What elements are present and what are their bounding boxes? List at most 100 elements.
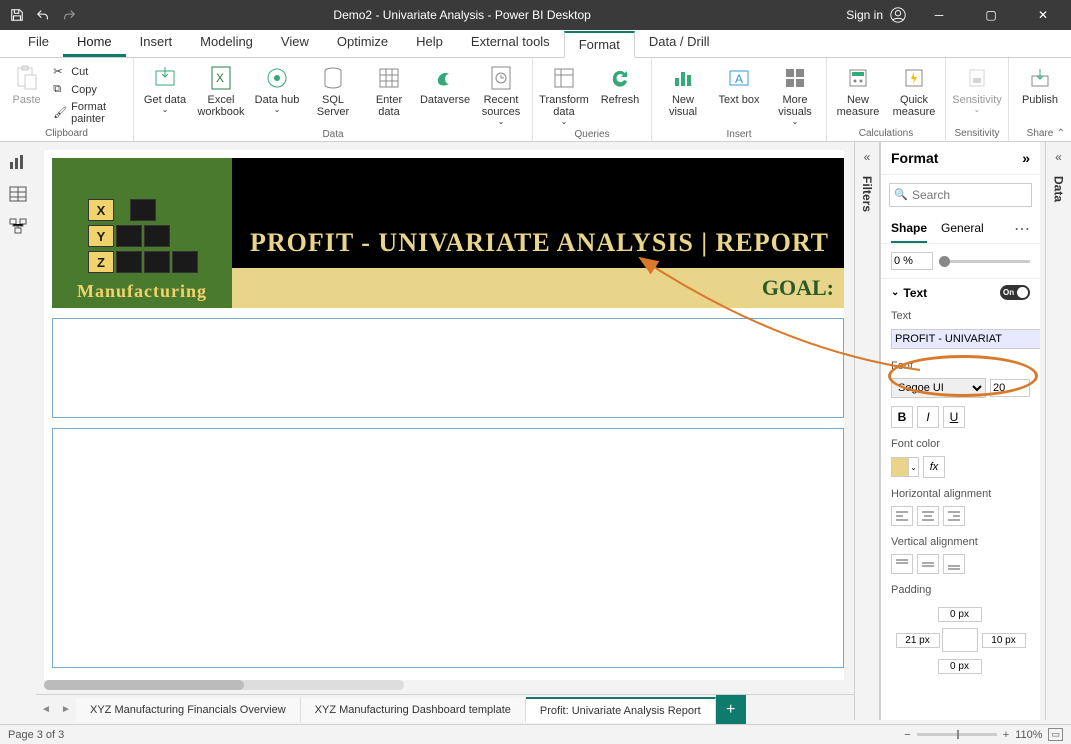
page-tab[interactable]: XYZ Manufacturing Dashboard template <box>301 698 526 722</box>
recent-sources-button[interactable]: Recent sources⌄ <box>476 62 526 127</box>
redo-icon[interactable] <box>60 6 78 24</box>
close-button[interactable]: ✕ <box>1023 0 1063 30</box>
format-painter-button[interactable]: 🖌Format painter <box>53 100 127 126</box>
align-left-button[interactable] <box>891 506 913 526</box>
fit-page-icon[interactable]: ▭ <box>1048 728 1063 741</box>
text-box-button[interactable]: AText box <box>714 62 764 106</box>
publish-button[interactable]: Publish <box>1015 62 1065 106</box>
sensitivity-button[interactable]: Sensitivity⌄ <box>952 62 1002 115</box>
quick-measure-button[interactable]: Quick measure <box>889 62 939 118</box>
font-color-label: Font color <box>881 434 1040 454</box>
text-toggle[interactable]: On <box>1000 285 1030 300</box>
expand-filters-icon[interactable]: « <box>864 150 871 164</box>
paste-button[interactable]: Paste <box>6 62 47 106</box>
collapse-ribbon-icon[interactable]: ⌃ <box>1057 128 1065 139</box>
font-color-fx-button[interactable]: fx <box>923 456 945 478</box>
format-search-input[interactable] <box>889 183 1032 207</box>
bold-button[interactable]: B <box>891 406 913 428</box>
align-right-button[interactable] <box>943 506 965 526</box>
page-tab[interactable]: XYZ Manufacturing Financials Overview <box>76 698 301 722</box>
format-tab-shape[interactable]: Shape <box>891 215 927 243</box>
transform-data-button[interactable]: Transform data⌄ <box>539 62 589 127</box>
report-canvas[interactable]: X Y Z Manufacturing PROFIT - UNIVARIATE … <box>44 150 844 680</box>
filters-label[interactable]: Filters <box>860 176 874 212</box>
valign-bottom-button[interactable] <box>943 554 965 574</box>
new-visual-button[interactable]: New visual <box>658 62 708 118</box>
tab-modeling[interactable]: Modeling <box>186 28 267 57</box>
minimize-button[interactable]: ─ <box>919 0 959 30</box>
valign-middle-button[interactable] <box>917 554 939 574</box>
data-pane-label[interactable]: Data <box>1052 176 1066 202</box>
padding-bottom-input[interactable] <box>938 659 982 674</box>
tab-insert[interactable]: Insert <box>126 28 187 57</box>
manufacturing-label: Manufacturing <box>77 281 207 302</box>
sql-server-button[interactable]: SQL Server <box>308 62 358 118</box>
padding-right-input[interactable] <box>982 633 1026 648</box>
padding-top-input[interactable] <box>938 607 982 622</box>
save-icon[interactable] <box>8 6 26 24</box>
collapse-format-icon[interactable]: » <box>1022 150 1030 166</box>
goal-label: GOAL: <box>762 275 834 301</box>
visual-placeholder[interactable] <box>52 318 844 418</box>
cut-button[interactable]: ✂Cut <box>53 64 127 80</box>
rotation-input[interactable] <box>891 252 933 270</box>
undo-icon[interactable] <box>34 6 52 24</box>
logo-letter: Y <box>88 225 114 247</box>
tab-format[interactable]: Format <box>564 31 635 58</box>
font-color-swatch[interactable]: ⌄ <box>891 457 919 477</box>
chevron-down-icon[interactable]: ⌄ <box>891 287 899 298</box>
font-size-input[interactable] <box>990 379 1030 397</box>
expand-data-icon[interactable]: « <box>1055 150 1062 164</box>
report-view-icon[interactable] <box>6 152 30 172</box>
filters-pane-collapsed: « Filters <box>854 142 880 720</box>
dataverse-icon <box>431 64 459 92</box>
refresh-button[interactable]: Refresh <box>595 62 645 106</box>
page-indicator: Page 3 of 3 <box>8 729 64 741</box>
zoom-slider[interactable] <box>917 733 997 736</box>
maximize-button[interactable]: ▢ <box>971 0 1011 30</box>
text-value-input[interactable] <box>891 329 1040 349</box>
ribbon-group-sensitivity: Sensitivity⌄ Sensitivity <box>946 58 1009 141</box>
copy-button[interactable]: ⧉Copy <box>53 82 127 98</box>
underline-button[interactable]: U <box>943 406 965 428</box>
model-view-icon[interactable] <box>6 216 30 236</box>
font-family-select[interactable]: Segoe UI <box>891 378 986 398</box>
text-card-title[interactable]: Text <box>903 286 927 300</box>
more-visuals-button[interactable]: More visuals⌄ <box>770 62 820 127</box>
get-data-button[interactable]: Get data⌄ <box>140 62 190 115</box>
table-view-icon[interactable] <box>6 184 30 204</box>
format-search: 🔍 <box>889 183 1032 207</box>
rotation-slider[interactable] <box>939 260 1030 263</box>
enter-data-button[interactable]: Enter data <box>364 62 414 118</box>
signin-button[interactable]: Sign in <box>846 6 907 24</box>
ribbon-group-calculations: New measure Quick measure Calculations <box>827 58 946 141</box>
excel-workbook-button[interactable]: XExcel workbook <box>196 62 246 118</box>
tab-optimize[interactable]: Optimize <box>323 28 402 57</box>
data-hub-button[interactable]: Data hub⌄ <box>252 62 302 115</box>
valign-top-button[interactable] <box>891 554 913 574</box>
format-tabs-more-icon[interactable]: ⋯ <box>1014 219 1030 239</box>
tab-file[interactable]: File <box>14 28 63 57</box>
ribbon-tabs: File Home Insert Modeling View Optimize … <box>0 30 1071 58</box>
new-measure-button[interactable]: New measure <box>833 62 883 118</box>
dataverse-button[interactable]: Dataverse <box>420 62 470 106</box>
align-center-button[interactable] <box>917 506 939 526</box>
tab-home[interactable]: Home <box>63 28 126 57</box>
italic-button[interactable]: I <box>917 406 939 428</box>
visual-placeholder[interactable] <box>52 428 844 668</box>
page-nav-prev[interactable]: ◄ <box>36 704 56 715</box>
zoom-in-button[interactable]: + <box>1003 729 1009 741</box>
format-tab-general[interactable]: General <box>941 215 984 243</box>
page-nav-next[interactable]: ► <box>56 704 76 715</box>
tab-view[interactable]: View <box>267 28 323 57</box>
tab-external-tools[interactable]: External tools <box>457 28 564 57</box>
tab-help[interactable]: Help <box>402 28 457 57</box>
padding-left-input[interactable] <box>896 633 940 648</box>
user-icon <box>889 6 907 24</box>
horizontal-scrollbar[interactable] <box>44 680 404 690</box>
tab-data-drill[interactable]: Data / Drill <box>635 28 724 57</box>
quick-measure-icon <box>900 64 928 92</box>
page-tab[interactable]: Profit: Univariate Analysis Report <box>526 697 716 723</box>
zoom-out-button[interactable]: − <box>904 729 910 741</box>
add-page-button[interactable]: + <box>716 695 746 725</box>
